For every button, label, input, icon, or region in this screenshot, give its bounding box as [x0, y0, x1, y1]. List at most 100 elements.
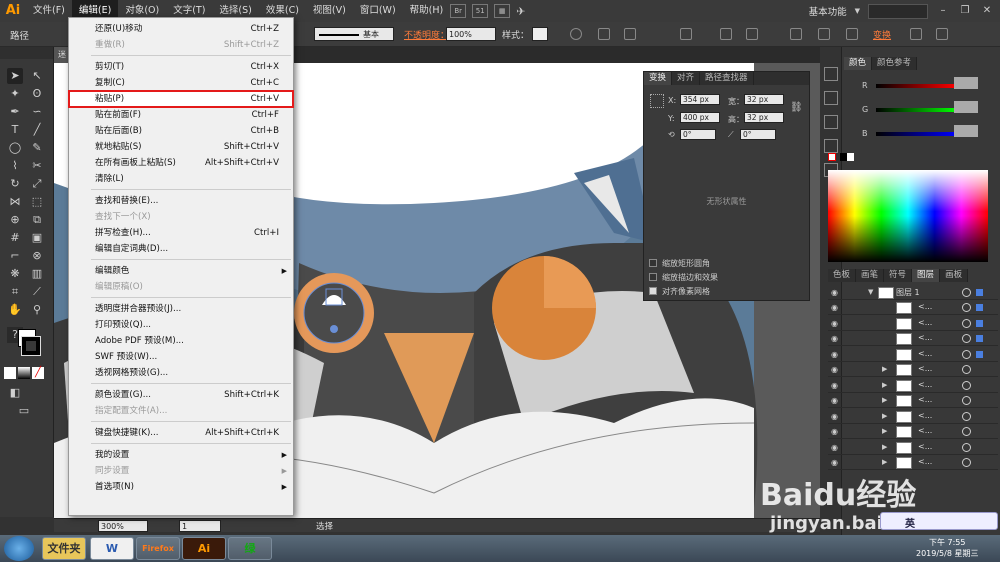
tab-color-guide[interactable]: 颜色参考	[872, 57, 918, 70]
menu-item-4[interactable]: 粘贴(P) Ctrl+V	[68, 90, 294, 108]
target-icon[interactable]	[962, 380, 971, 390]
sublayer-row[interactable]: ◉ ▶ <...	[828, 410, 998, 424]
target-icon[interactable]	[962, 334, 971, 343]
disclosure-collapsed-icon[interactable]: ▶	[882, 412, 887, 420]
menu-item-25[interactable]: 同步设置 ▶	[69, 463, 293, 479]
hand-tool-icon[interactable]: ✋	[7, 302, 23, 318]
x-field[interactable]: 354 px	[680, 94, 720, 105]
help-search-input[interactable]	[868, 3, 928, 19]
eye-icon[interactable]: ◉	[831, 427, 840, 436]
menu-item-14[interactable]: 编辑颜色 ▶	[69, 263, 293, 279]
selection-indicator[interactable]	[976, 319, 983, 327]
menu-item-5[interactable]: 贴在前面(F) Ctrl+F	[69, 107, 293, 123]
tab-artboards[interactable]: 画板	[940, 269, 969, 282]
panel-icon-4[interactable]	[824, 139, 838, 153]
selection-indicator[interactable]	[976, 289, 983, 296]
align-icon[interactable]	[624, 28, 636, 40]
slice-tool-icon[interactable]: ⟋	[29, 284, 45, 300]
none-mode-icon[interactable]: ╱	[32, 367, 44, 379]
bridge-icon[interactable]: Br	[450, 4, 467, 18]
eye-icon[interactable]: ◉	[831, 288, 840, 297]
sublayer-row[interactable]: ◉ <...	[828, 332, 998, 346]
isolate-icon[interactable]	[910, 28, 922, 40]
taskbar-illustrator[interactable]: Ai	[182, 537, 226, 560]
width-tool-icon[interactable]: ⋈	[7, 194, 23, 210]
line-tool-icon[interactable]: ╱	[29, 122, 45, 138]
menu-item-3[interactable]: 复制(C) Ctrl+C	[69, 75, 293, 91]
ellipse-tool-icon[interactable]: ◯	[7, 140, 23, 156]
zoom-badge[interactable]: 51	[472, 4, 489, 18]
align-grid-icon[interactable]	[598, 28, 610, 40]
tab-brushes[interactable]: 画笔	[856, 269, 885, 282]
tab-pathfinder[interactable]: 路径查找器	[700, 72, 754, 85]
eye-icon[interactable]: ◉	[831, 458, 840, 467]
sublayer-row[interactable]: ◉ ▶ <...	[828, 394, 998, 408]
disclosure-collapsed-icon[interactable]: ▶	[882, 443, 887, 451]
eye-icon[interactable]: ◉	[831, 365, 840, 374]
w-field[interactable]: 32 px	[744, 94, 784, 105]
disclosure-collapsed-icon[interactable]: ▶	[882, 427, 887, 435]
menu-item-10[interactable]: 查找和替换(E)...	[69, 193, 293, 209]
menu-item-15[interactable]: 编辑原稿(O)	[69, 279, 293, 295]
shear-angle-field[interactable]: 0°	[740, 129, 776, 140]
tab-transform[interactable]: 变换	[644, 72, 673, 85]
sublayer-row[interactable]: ◉ <...	[828, 348, 998, 362]
ime-toolbar[interactable]: 英	[880, 512, 998, 530]
panel-icon-1[interactable]	[824, 67, 838, 81]
scale-tool-icon[interactable]: ⤢	[29, 176, 45, 192]
artboard-tool-icon[interactable]: ⌗	[7, 284, 23, 300]
menu-file[interactable]: 文件(F)	[26, 0, 72, 22]
stroke-swatch[interactable]	[21, 336, 41, 356]
color-mode-icon[interactable]	[4, 367, 16, 379]
menu-item-21[interactable]: 颜色设置(G)... Shift+Ctrl+K	[69, 387, 293, 403]
free-transform-tool-icon[interactable]: ⬚	[29, 194, 45, 210]
menu-item-23[interactable]: 键盘快捷键(K)... Alt+Shift+Ctrl+K	[69, 425, 293, 441]
align-right-icon[interactable]	[790, 28, 802, 40]
y-field[interactable]: 400 px	[680, 112, 720, 123]
recolor-icon[interactable]	[570, 28, 582, 40]
sublayer-row[interactable]: ◉ ▶ <...	[828, 441, 998, 455]
target-icon[interactable]	[962, 318, 971, 328]
start-button[interactable]	[4, 536, 34, 561]
draw-mode-icon[interactable]: ◧	[7, 385, 23, 401]
value-b[interactable]	[954, 125, 978, 137]
taskbar-green-app[interactable]: 绿	[228, 537, 272, 560]
align-left-icon[interactable]	[720, 28, 732, 40]
arrange-docs-icon[interactable]: ▦	[494, 4, 511, 18]
value-g[interactable]	[954, 101, 978, 113]
disclosure-collapsed-icon[interactable]: ▶	[882, 381, 887, 389]
selection-indicator[interactable]	[976, 335, 983, 342]
pen-tool-icon[interactable]: ✒	[7, 104, 23, 120]
graphic-style-swatch[interactable]	[532, 27, 548, 41]
selection-indicator[interactable]	[976, 350, 983, 358]
screen-mode-icon[interactable]: ▭	[16, 403, 32, 419]
panel-icon-2[interactable]	[824, 91, 838, 105]
menu-item-2[interactable]: 剪切(T) Ctrl+X	[69, 59, 293, 75]
layer-row[interactable]: ◉ ▼ 图层 1	[828, 286, 998, 300]
stroke-style-select[interactable]: 基本	[314, 27, 394, 41]
eye-icon[interactable]: ◉	[831, 412, 840, 421]
disclosure-collapsed-icon[interactable]: ▶	[882, 365, 887, 373]
menu-item-24[interactable]: 我的设置 ▶	[69, 447, 293, 463]
menu-item-19[interactable]: SWF 预设(W)...	[69, 349, 293, 365]
scissors-tool-icon[interactable]: ✂	[29, 158, 45, 174]
tab-align[interactable]: 对齐	[672, 72, 701, 85]
taskbar-word[interactable]: W	[90, 537, 134, 560]
lasso-tool-icon[interactable]: ʘ	[29, 86, 45, 102]
minimize-icon[interactable]: –	[936, 4, 950, 18]
pencil-tool-icon[interactable]: ✎	[29, 140, 45, 156]
constrain-link-icon[interactable]: ⛓	[790, 102, 803, 113]
type-tool-icon[interactable]: T	[7, 122, 23, 138]
ime-mode[interactable]: 英	[905, 515, 915, 530]
opacity-input[interactable]: 100%	[446, 27, 496, 41]
target-icon[interactable]	[962, 427, 971, 436]
target-icon[interactable]	[962, 349, 971, 359]
curvature-tool-icon[interactable]: ∽	[29, 104, 45, 120]
sublayer-row[interactable]: ◉ <...	[828, 317, 998, 331]
target-icon[interactable]	[962, 442, 971, 452]
eye-icon[interactable]: ◉	[831, 350, 840, 359]
brush-tool-icon[interactable]: ⌇	[7, 158, 23, 174]
menu-item-0[interactable]: 还原(U)移动 Ctrl+Z	[69, 21, 293, 37]
eye-icon[interactable]: ◉	[831, 443, 840, 452]
disclosure-expanded-icon[interactable]: ▼	[868, 288, 873, 296]
